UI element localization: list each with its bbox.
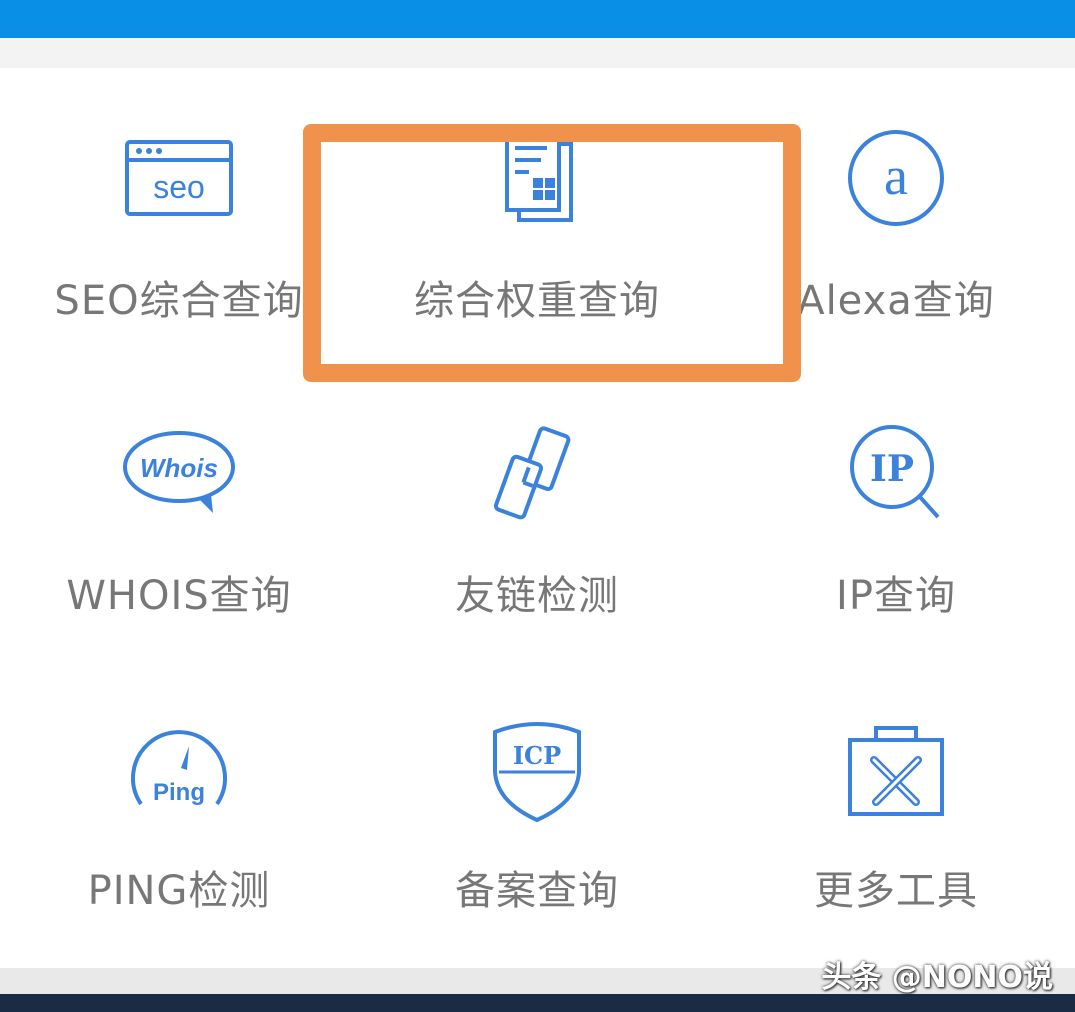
whois-icon: Whois [119, 425, 239, 535]
svg-text:ICP: ICP [513, 741, 561, 770]
header-spacer [0, 38, 1075, 68]
tool-label: 备案查询 [455, 868, 619, 914]
tool-more-tools[interactable]: 更多工具 [717, 658, 1075, 953]
tool-ip-query[interactable]: IP IP查询 [717, 363, 1075, 658]
svg-text:Ping: Ping [153, 779, 205, 806]
tool-label: SEO综合查询 [54, 278, 304, 324]
svg-text:seo: seo [153, 169, 205, 205]
tool-label: 友链检测 [455, 573, 619, 619]
tool-label: 综合权重查询 [414, 278, 660, 324]
svg-text:IP: IP [870, 448, 914, 490]
link-icon [477, 425, 597, 535]
tool-whois[interactable]: Whois WHOIS查询 [0, 363, 358, 658]
tool-seo-overview[interactable]: seo SEO综合查询 [0, 68, 358, 363]
tool-label: 更多工具 [814, 868, 978, 914]
bottom-bar [0, 994, 1075, 1012]
tool-weight-query[interactable]: 综合权重查询 [358, 68, 716, 363]
tool-label: WHOIS查询 [66, 573, 292, 619]
tool-ping[interactable]: Ping PING检测 [0, 658, 358, 953]
tool-label: PING检测 [87, 868, 271, 914]
tool-label: IP查询 [836, 573, 956, 619]
icp-icon: ICP [477, 720, 597, 830]
tools-grid: seo SEO综合查询 综合权重查询 a Alexa查询 Whois WHOIS… [0, 68, 1075, 968]
toolbox-icon [836, 720, 956, 830]
ip-icon: IP [836, 425, 956, 535]
watermark: 头条 @NONO说 [821, 960, 1053, 995]
alexa-icon: a [836, 130, 956, 240]
tool-friend-link-check[interactable]: 友链检测 [358, 363, 716, 658]
tool-icp-filing[interactable]: ICP 备案查询 [358, 658, 716, 953]
svg-text:Whois: Whois [140, 453, 218, 483]
svg-text:a: a [884, 146, 908, 206]
ping-icon: Ping [119, 720, 239, 830]
seo-icon: seo [119, 130, 239, 240]
tool-label: Alexa查询 [797, 278, 995, 324]
top-app-bar [0, 0, 1075, 38]
tool-alexa[interactable]: a Alexa查询 [717, 68, 1075, 363]
weight-report-icon [477, 130, 597, 240]
